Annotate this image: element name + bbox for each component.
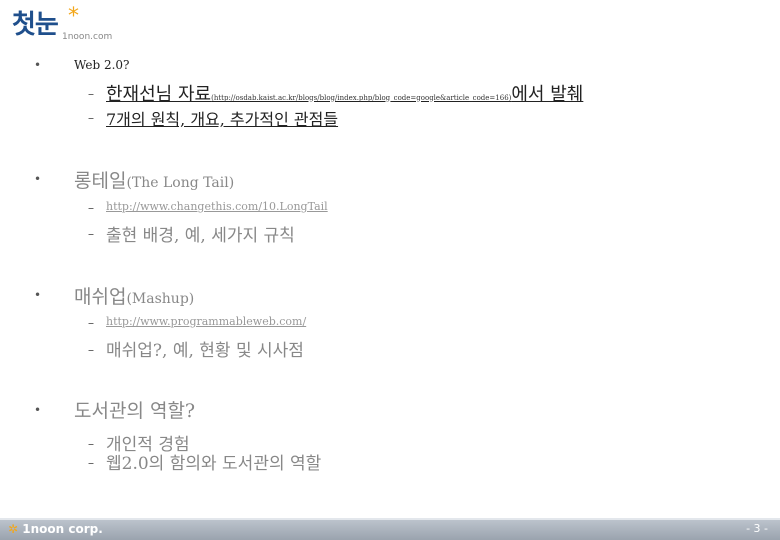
dash-icon: – xyxy=(88,456,94,470)
bullet-icon: • xyxy=(34,288,42,302)
dash-icon: – xyxy=(88,437,94,451)
footer-company-name: 1noon corp. xyxy=(22,522,103,536)
section-title-mashup: 매쉬업(Mashup) xyxy=(74,282,194,309)
item-source-note: 한재선님 자료(http://osdab.kaist.ac.kr/blogs/b… xyxy=(106,80,583,106)
dash-icon: – xyxy=(88,316,94,330)
item-principles: 7개의 원칙, 개요, 추가적인 관점들 xyxy=(106,110,339,129)
section-title-longtail: 롱테일(The Long Tail) xyxy=(74,166,234,193)
logo-domain: 1noon.com xyxy=(62,32,113,42)
section-title-library-role: 도서관의 역할? xyxy=(74,400,196,422)
source-link[interactable]: (http://osdab.kaist.ac.kr/blogs/blog/ind… xyxy=(211,94,511,102)
longtail-link[interactable]: http://www.changethis.com/10.LongTail xyxy=(106,200,328,213)
logo-wordmark: 첫눈 xyxy=(12,10,59,40)
mashup-title-suffix: (Mashup) xyxy=(126,291,195,307)
asterisk-icon: * xyxy=(68,4,79,29)
footer-bar: ✲ 1noon corp. - 3 - xyxy=(0,518,780,540)
dash-icon: – xyxy=(88,227,94,241)
dash-icon: – xyxy=(88,87,94,101)
item-longtail-topics: 출현 배경, 예, 세가지 규칙 xyxy=(106,226,295,246)
flower-icon: ✲ xyxy=(8,522,19,536)
item-mashup-topics: 매쉬업?, 예, 현황 및 시사점 xyxy=(106,341,304,361)
page-number: - 3 - xyxy=(746,522,768,535)
company-logo: 첫눈 * 1noon.com xyxy=(8,4,112,48)
dash-icon: – xyxy=(88,201,94,215)
dash-icon: – xyxy=(88,111,94,125)
item-source-title: 한재선님 자료 xyxy=(106,84,212,105)
longtail-title-suffix: (The Long Tail) xyxy=(126,175,235,191)
dash-icon: – xyxy=(88,343,94,357)
footer-logo: ✲ 1noon corp. xyxy=(8,522,103,536)
longtail-title: 롱테일 xyxy=(74,170,127,192)
item-source-suffix: 에서 발췌 xyxy=(511,84,584,105)
mashup-link[interactable]: http://www.programmableweb.com/ xyxy=(106,315,306,328)
mashup-title: 매쉬업 xyxy=(74,286,127,308)
bullet-icon: • xyxy=(34,172,42,186)
bullet-icon: • xyxy=(34,58,42,72)
bullet-icon: • xyxy=(34,403,42,417)
section-title-web20: Web 2.0? xyxy=(74,58,130,72)
item-web20-implication: 웹2.0의 함의와 도서관의 역할 xyxy=(106,454,322,474)
